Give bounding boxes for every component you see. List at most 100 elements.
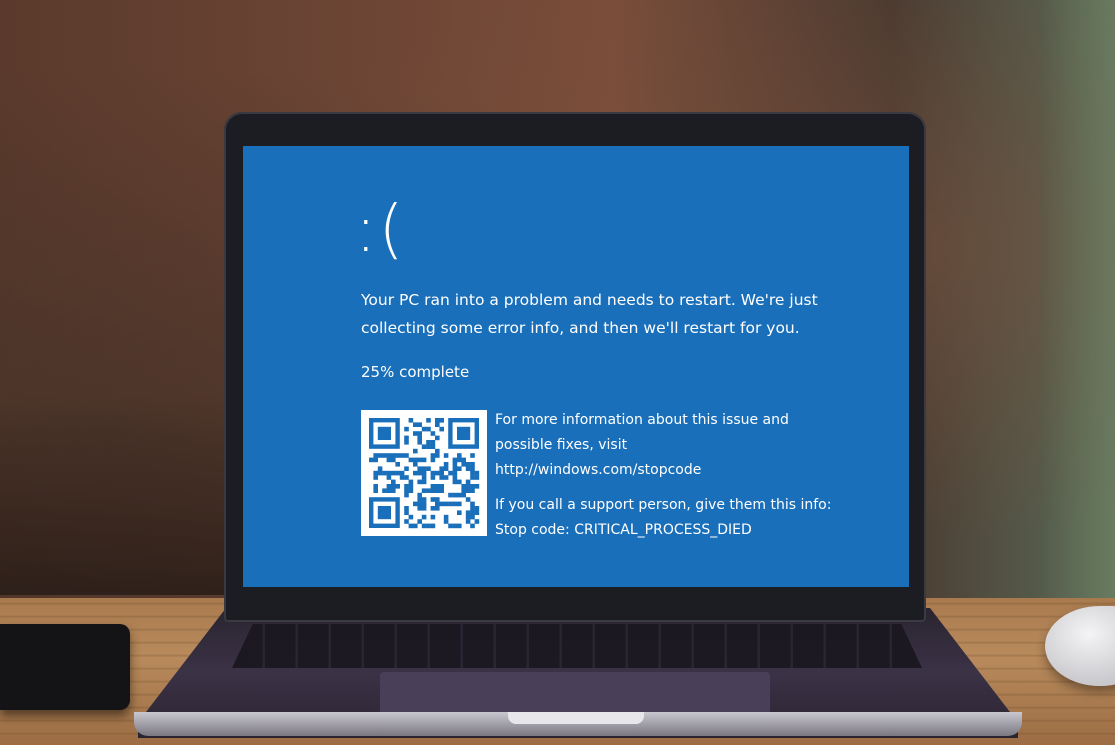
qr-module	[430, 431, 436, 436]
qr-module	[413, 457, 418, 463]
qr-module	[382, 453, 387, 458]
qr-module	[457, 466, 462, 471]
qr-module	[435, 435, 440, 441]
qr-module	[417, 501, 422, 507]
qr-module	[457, 523, 462, 529]
laptop-trackpad	[380, 672, 770, 716]
qr-module	[465, 510, 471, 515]
qr-module	[448, 523, 453, 529]
qr-module	[470, 506, 475, 511]
qr-module	[465, 497, 471, 502]
qr-module	[417, 470, 422, 476]
qr-module	[391, 457, 396, 463]
qr-module	[413, 501, 418, 507]
support-instruction: If you call a support person, give them …	[495, 497, 832, 513]
qr-module	[421, 523, 427, 529]
qr-module	[426, 488, 431, 493]
qr-module	[408, 457, 414, 463]
qr-module	[404, 466, 409, 471]
info-line-1: For more information about this issue an…	[495, 412, 789, 428]
qr-module	[470, 510, 475, 515]
qr-module	[408, 488, 414, 493]
qr-module	[426, 426, 431, 432]
qr-module	[417, 435, 422, 441]
qr-module	[426, 444, 431, 449]
qr-module	[461, 484, 466, 489]
qr-module	[470, 475, 475, 480]
qr-module	[439, 470, 444, 476]
qr-module	[435, 418, 440, 423]
qr-module	[461, 462, 466, 467]
qr-module	[399, 453, 405, 458]
qr-module	[439, 466, 444, 471]
qr-module	[461, 492, 466, 498]
qr-module	[417, 440, 422, 445]
qr-module	[391, 488, 396, 493]
qr-module	[421, 479, 427, 485]
qr-module	[443, 514, 449, 520]
qr-module	[373, 457, 378, 463]
qr-module	[439, 426, 444, 432]
qr-module	[369, 457, 374, 463]
qr-module	[435, 488, 440, 493]
qr-module	[443, 475, 449, 480]
qr-code-icon	[361, 410, 487, 536]
qr-module	[404, 519, 409, 524]
qr-module	[435, 470, 440, 476]
qr-module	[439, 484, 444, 489]
qr-module	[404, 453, 409, 458]
qr-module	[408, 523, 414, 529]
qr-module	[470, 523, 475, 529]
qr-module	[474, 519, 480, 524]
qr-module	[382, 488, 387, 493]
qr-module	[386, 453, 392, 458]
qr-module	[395, 453, 400, 458]
qr-module	[457, 457, 462, 463]
qr-module	[470, 484, 475, 489]
qr-module	[457, 479, 462, 485]
qr-module	[395, 470, 400, 476]
qr-module	[413, 462, 418, 467]
qr-module	[470, 466, 475, 471]
qr-module	[465, 466, 471, 471]
qr-module	[474, 470, 480, 476]
qr-module	[452, 501, 458, 507]
qr-module	[452, 466, 458, 471]
qr-module	[452, 475, 458, 480]
qr-module	[457, 492, 462, 498]
qr-finder-center	[377, 426, 391, 440]
qr-module	[408, 479, 414, 485]
qr-module	[474, 475, 480, 480]
qr-module	[413, 431, 418, 436]
qr-module	[421, 497, 427, 502]
qr-module	[421, 475, 427, 480]
qr-module	[470, 470, 475, 476]
qr-module	[430, 470, 436, 476]
qr-module	[399, 475, 405, 480]
qr-module	[386, 484, 392, 489]
qr-module	[435, 484, 440, 489]
qr-module	[457, 510, 462, 515]
qr-module	[470, 453, 475, 458]
qr-module	[443, 453, 449, 458]
qr-module	[421, 457, 427, 463]
qr-module	[413, 523, 418, 529]
qr-module	[417, 497, 422, 502]
stop-code: Stop code: CRITICAL_PROCESS_DIED	[495, 522, 752, 538]
qr-module	[404, 484, 409, 489]
qr-module	[452, 479, 458, 485]
qr-module	[377, 453, 383, 458]
qr-module	[452, 492, 458, 498]
qr-module	[448, 501, 453, 507]
qr-module	[404, 488, 409, 493]
qr-module	[430, 475, 436, 480]
background-shelf	[0, 395, 240, 595]
qr-module	[417, 457, 422, 463]
qr-module	[430, 523, 436, 529]
qr-module	[404, 435, 409, 441]
qr-module	[391, 484, 396, 489]
qr-module	[386, 470, 392, 476]
qr-module	[430, 488, 436, 493]
qr-finder-center	[457, 426, 471, 440]
qr-module	[426, 466, 431, 471]
